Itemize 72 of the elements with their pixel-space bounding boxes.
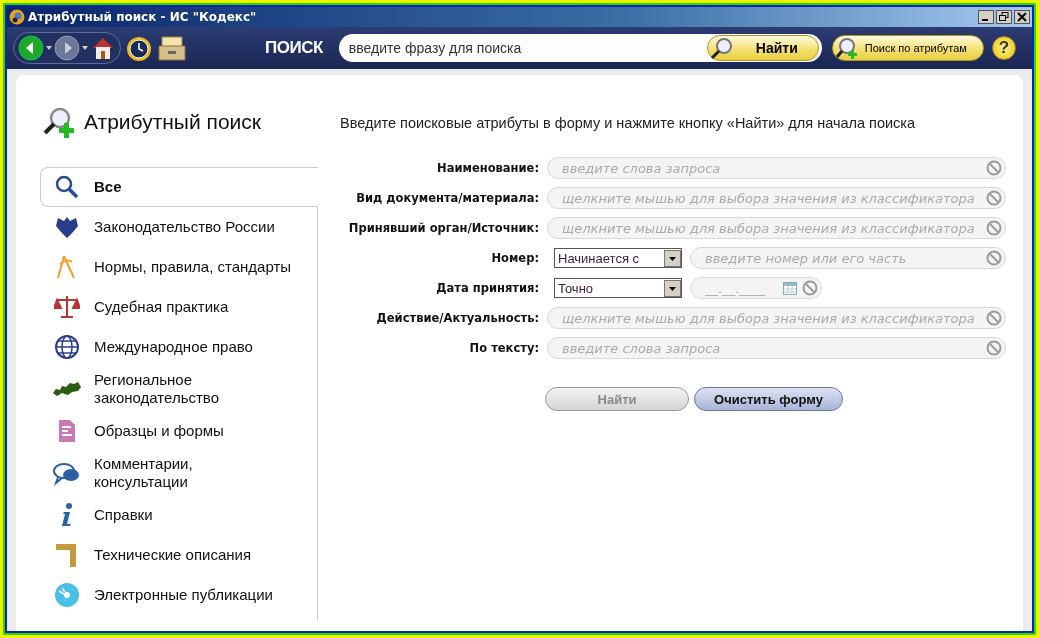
magnifier-plus-icon — [42, 106, 76, 138]
map-icon — [52, 379, 82, 399]
field-label: По тексту: — [468, 341, 539, 355]
app-logo-icon — [9, 9, 25, 25]
category-item[interactable]: Образцы и формы — [40, 411, 318, 451]
clear-icon[interactable] — [986, 310, 1002, 326]
category-item[interactable]: Все — [40, 167, 318, 207]
field-label: Дата принятия: — [435, 281, 539, 295]
category-label: Международное право — [94, 338, 253, 356]
dropdown[interactable]: Начинается с — [554, 248, 682, 268]
category-label: Судебная практика — [94, 298, 229, 316]
help-button[interactable]: ? — [991, 36, 1016, 60]
scales-icon — [54, 294, 80, 320]
category-label: Законодательство России — [94, 218, 275, 236]
back-icon[interactable] — [18, 35, 44, 61]
category-item[interactable]: Нормы, правила, стандарты — [40, 247, 318, 287]
clear-icon[interactable] — [802, 280, 818, 296]
clear-icon[interactable] — [986, 160, 1002, 176]
window-title: Атрибутный поиск - ИС "Кодекс" — [28, 10, 258, 24]
category-item[interactable]: Технические описания — [40, 535, 318, 575]
field-label: Действие/Актуальность: — [375, 311, 539, 325]
category-item[interactable]: Справки — [40, 495, 318, 535]
speech-bubbles-icon — [52, 460, 82, 486]
category-item[interactable]: Судебная практика — [40, 287, 318, 327]
dropdown[interactable]: Точно — [554, 278, 682, 298]
restore-icon[interactable] — [996, 10, 1012, 24]
globe-icon — [54, 334, 80, 360]
category-item[interactable]: Законодательство России — [40, 207, 318, 247]
search-label: ПОИСК — [265, 38, 323, 58]
date-field[interactable]: __.__.____ — [690, 277, 822, 299]
caret-icon[interactable] — [82, 45, 88, 51]
text-field[interactable]: введите слова запроса — [547, 157, 1006, 179]
minimize-icon[interactable] — [978, 10, 994, 24]
category-item[interactable]: Международное право — [40, 327, 318, 367]
category-label: Все — [94, 178, 122, 196]
field-label: Вид документа/материала: — [355, 191, 539, 205]
clear-icon[interactable] — [986, 250, 1002, 266]
category-label: Электронные публикации — [94, 586, 273, 604]
field-label: Наименование: — [436, 161, 539, 175]
category-label: Справки — [94, 506, 153, 524]
clear-icon[interactable] — [986, 220, 1002, 236]
category-label: Образцы и формы — [94, 422, 224, 440]
text-field[interactable]: введите номер или его часть — [690, 247, 1006, 269]
category-label: Нормы, правила, стандарты — [94, 258, 292, 276]
field-label: Принявший орган/Источник: — [347, 221, 539, 235]
category-label: Комментарии, консультации — [94, 455, 194, 491]
category-label: Региональное законодательство — [94, 371, 220, 407]
category-item[interactable]: Комментарии, консультации — [40, 451, 318, 495]
text-field[interactable]: щелкните мышью для выбора значения из классификатора — [547, 217, 1006, 239]
form-button[interactable]: Очистить форму — [694, 387, 843, 411]
clock-icon[interactable] — [125, 34, 153, 62]
category-label: Технические описания — [94, 546, 252, 564]
text-field[interactable]: введите слова запроса — [547, 337, 1006, 359]
find-button[interactable]: Найти — [706, 35, 819, 61]
category-item[interactable]: Региональное законодательство — [40, 367, 318, 411]
disc-icon — [54, 582, 80, 608]
field-label: Номер: — [490, 251, 539, 265]
text-field[interactable]: щелкните мышью для выбора значения из классификатора — [547, 307, 1006, 329]
card-box-icon[interactable] — [157, 34, 187, 62]
sidebar-title: Атрибутный поиск — [84, 110, 261, 134]
magnifier-plus-icon — [834, 37, 859, 59]
forward-icon[interactable] — [54, 35, 80, 61]
text-field[interactable]: щелкните мышью для выбора значения из классификатора — [547, 187, 1006, 209]
clear-icon[interactable] — [986, 340, 1002, 356]
attribute-search-button[interactable]: Поиск по атрибутам — [831, 35, 984, 61]
magnifier-icon — [709, 37, 734, 59]
instruction-text: Введите поисковые атрибуты в форму и нажмите кнопку «Найти» для начала поиска — [340, 115, 917, 131]
category-item[interactable]: Электронные публикации — [40, 575, 318, 621]
search-icon — [54, 174, 80, 200]
caret-icon[interactable] — [46, 45, 52, 51]
close-icon[interactable] — [1014, 10, 1030, 24]
clear-icon[interactable] — [986, 190, 1002, 206]
